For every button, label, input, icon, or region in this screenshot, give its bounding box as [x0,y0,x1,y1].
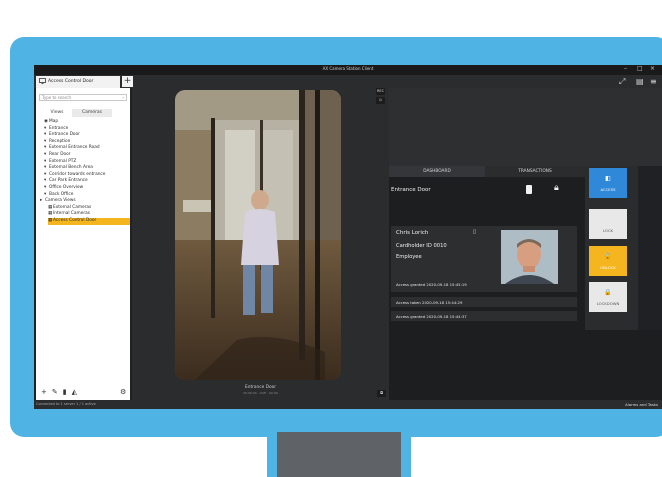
door-closed-icon [526,185,532,194]
tree-item-label: Corridor towards entrance [49,171,106,177]
tree-item-label: Internal Cameras [53,211,91,217]
tab-dashboard[interactable]: DASHBOARD [389,166,485,177]
tree-item[interactable]: ▾ Office Overview [44,185,130,192]
camera-image [175,90,341,380]
tree-item-label: Office Overview [49,185,84,190]
search-input[interactable]: Type to search › [39,94,127,101]
door-name: Entrance Door [391,187,431,193]
door-actions: ◧ ACCESS LOCK 🔓 UNLOCK 🔒 LOCKDOWN [585,166,638,330]
cardholder-photo [501,230,558,284]
snapshot-icon[interactable]: ◘ [377,390,386,397]
empty-lower-pane [389,330,662,400]
tree-item[interactable]: ▾ Car Park Entrance [44,178,130,185]
edit-icon[interactable]: ✎ [52,388,58,396]
tree-item[interactable]: ▸ Camera Views [40,198,130,205]
unlock-icon: 🔓 [604,253,612,260]
tree-item-label: Entrance Door [49,132,80,138]
access-icon: ◧ [605,175,611,182]
camera-name: Entrance Door [245,385,276,390]
search-placeholder: Type to search [42,95,72,100]
tree-item[interactable]: ▦Access Control Door [48,218,130,225]
status-bar: Connected to 1 server 1 / 1 active Alarm… [34,400,662,409]
add-icon[interactable]: + [41,388,47,396]
action-label: LOCKDOWN [596,301,620,306]
tree-item-label: Back Office [49,191,74,197]
empty-view-pane [389,88,662,166]
close-button[interactable]: × [650,65,655,72]
tree-item[interactable]: ▾ Entrance Door [44,132,130,139]
power-icon[interactable]: ⏻ [376,97,385,104]
tree-item-label: Access Control Door [53,218,97,223]
lockdown-icon: 🔒 [604,289,612,296]
title-bar: AX Camera Station Client – □ × [34,65,662,75]
fullscreen-icon[interactable]: ⤢ [619,77,625,87]
tab-cameras[interactable]: Cameras [72,109,112,117]
delete-icon[interactable]: ▮ [63,388,67,396]
tab-transactions[interactable]: TRANSACTIONS [485,166,585,177]
action-label: LOCK [602,228,614,233]
maximize-button[interactable]: □ [637,65,643,72]
tree-item-label: External Entrance Road [49,145,100,151]
tree-item-label: Entrance [49,125,69,131]
monitor-icon [39,78,46,84]
tab-label: Access Control Door [48,79,94,84]
tab-access-control-door[interactable]: Access Control Door [36,76,120,88]
video-pane: REC ⏻ Entrance Door 00:00:00 - LIVE - 00… [132,88,389,400]
tree-item-label: Camera Views [45,198,76,204]
tree-item-label: External Cameras [53,204,92,210]
tab-views[interactable]: Views [42,109,72,117]
event-text: Access taken 2020-09-18 15:44:29 [396,300,463,305]
event-row[interactable]: Access granted 2020-09-18 15:44:37 [391,311,577,321]
access-button[interactable]: ◧ ACCESS [589,168,627,198]
action-label: UNLOCK [600,265,616,270]
tree-item-label: Reception [49,138,71,144]
lock-icon[interactable]: ◭ [72,388,77,396]
alarms-and-tasks-button[interactable]: Alarms and Tasks [625,402,658,407]
camera-timestamp: 00:00:00 - LIVE - 00:00 [243,391,278,395]
hamburger-menu-icon[interactable]: ≡ [650,77,657,86]
app-window: AX Camera Station Client – □ × Access Co… [34,65,662,409]
action-label: ACCESS [600,187,616,192]
lock-icon: 🔒︎ [554,183,559,193]
sidebar-toolbar: + ✎ ▮ ◭ [41,388,82,396]
cardholder-name: Chris Lorich [396,230,429,236]
tree-item-label: External Bench Area [49,165,93,171]
tree-item-label: Map [49,119,59,124]
access-tabs: DASHBOARD TRANSACTIONS [389,166,585,177]
cardholder-role: Employee [396,254,422,260]
add-tab-button[interactable]: + [122,76,133,87]
rec-indicator: REC [376,88,385,95]
minimize-button[interactable]: – [624,65,627,72]
tree-item[interactable]: ▦Internal Cameras [48,211,130,218]
event-text: Access granted 2020-09-18 15:44:37 [396,314,467,319]
tree-item-label: External PTZ [49,158,77,164]
latest-event: Access granted 2020-09-18 15:45:19 [396,282,467,287]
search-dropdown-icon[interactable]: › [122,95,124,100]
camera-feed-entrance-door[interactable] [175,90,341,380]
monitor-stand-inner [277,432,401,477]
sidebar: Type to search › Views Cameras ◉Map ▾ Entr… [36,88,130,400]
unlock-button[interactable]: 🔓 UNLOCK [589,246,627,276]
cardholder-card: Chris Lorich ▯ Cardholder ID 0010 Employ… [391,226,577,292]
tree-item[interactable]: ▾ External Bench Area [44,165,130,172]
tree-item[interactable]: ◉Map [44,119,130,126]
lockdown-button[interactable]: 🔒 LOCKDOWN [589,282,627,312]
event-row[interactable]: Access taken 2020-09-18 15:44:29 [391,297,577,307]
tree-item[interactable]: ▾ External Entrance Road [44,145,130,152]
tree-item-label: Car Park Entrance [49,178,88,184]
settings-icon[interactable]: ⚙ [120,388,126,396]
lock-button[interactable]: LOCK [589,209,627,239]
tree-item-label: Rear Door [49,152,71,157]
tree-item[interactable]: ▾ Rear Door [44,152,130,159]
app-title: AX Camera Station Client [322,66,374,71]
cardholder-id: Cardholder ID 0010 [396,243,447,249]
bookmark-icon[interactable]: ▯ [473,229,476,235]
access-control-panel: DASHBOARD TRANSACTIONS Entrance Door 🔒︎ … [389,166,585,330]
tab-bar: Access Control Door + ⤢ ▤ ≡ [34,75,662,88]
connection-status: Connected to 1 server 1 / 1 active [36,402,96,406]
grid-menu-icon[interactable]: ▤ [636,77,644,86]
